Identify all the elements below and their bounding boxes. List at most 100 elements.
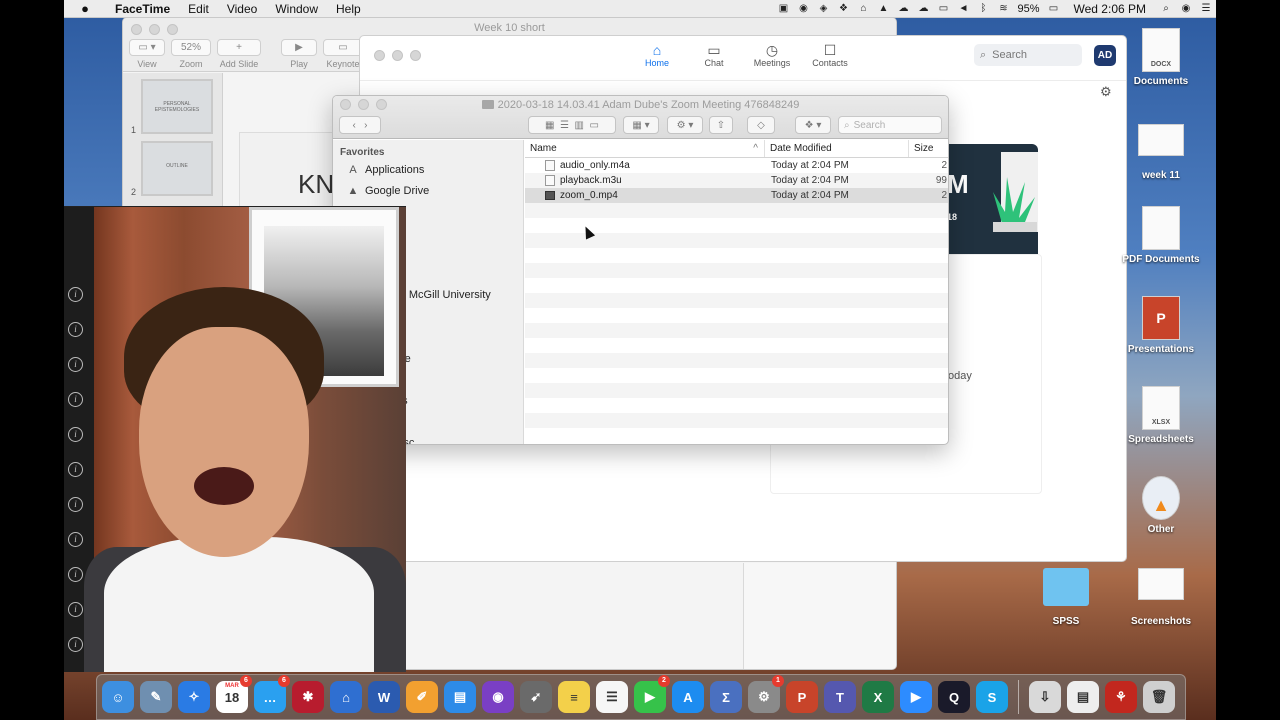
dropbox-status-icon[interactable]: ❖ bbox=[834, 3, 852, 15]
dock-downloads-icon[interactable]: ⇩ bbox=[1029, 681, 1061, 713]
zoom-search-input[interactable]: ⌕ Search bbox=[974, 44, 1082, 66]
info-icon[interactable]: i bbox=[68, 322, 83, 337]
dock-teams-icon[interactable]: T bbox=[824, 681, 856, 713]
zoom-tab-chat[interactable]: ▭ Chat bbox=[684, 42, 744, 68]
spotlight-search-icon[interactable]: ⌕ bbox=[1157, 3, 1175, 15]
icon-view-icon[interactable]: ▦ bbox=[545, 120, 554, 131]
bluetooth-status-icon[interactable]: ᛒ bbox=[974, 3, 992, 15]
desktop-icon-screenshots[interactable]: Screenshots bbox=[1116, 568, 1206, 627]
view-mode-segmented-control[interactable]: ▦ ☰ ▥ ▭ bbox=[528, 116, 616, 134]
avatar[interactable]: AD bbox=[1094, 45, 1116, 66]
close-button[interactable] bbox=[374, 50, 385, 61]
dock-mendeley-icon[interactable]: ✱ bbox=[292, 681, 324, 713]
bank-status-icon[interactable]: ⌂ bbox=[854, 3, 872, 15]
siri-icon[interactable]: ◉ bbox=[1177, 3, 1195, 15]
dock-notes-icon[interactable]: ≡ bbox=[558, 681, 590, 713]
desktop-icon-week-11[interactable]: week 11 bbox=[1116, 124, 1206, 181]
gallery-view-icon[interactable]: ▭ bbox=[590, 120, 599, 131]
minimize-button[interactable] bbox=[392, 50, 403, 61]
dock-reminders-icon[interactable]: ☰ bbox=[596, 681, 628, 713]
dock-system-preferences-icon[interactable]: ⚙ 1 bbox=[748, 675, 784, 713]
keynote-live-button[interactable]: ▭ Keynote bbox=[323, 39, 363, 69]
dock-skype-icon[interactable]: S bbox=[976, 681, 1008, 713]
sidebar-item-google-drive[interactable]: ▲ Google Drive bbox=[346, 185, 430, 197]
dock-messages-icon[interactable]: … 6 bbox=[254, 675, 290, 713]
menu-help[interactable]: Help bbox=[327, 2, 370, 16]
dock-preview-icon[interactable]: ✎ bbox=[140, 681, 172, 713]
dock-powerpoint-icon[interactable]: P bbox=[786, 681, 818, 713]
record-status-icon[interactable]: ◉ bbox=[794, 3, 812, 15]
column-header-name[interactable]: Name ^ bbox=[525, 140, 765, 157]
chevron-left-icon[interactable]: ‹ bbox=[352, 120, 355, 131]
info-icon[interactable]: i bbox=[68, 637, 83, 652]
facetime-video-window[interactable]: i i i i i i i i i i i bbox=[64, 206, 406, 672]
sidebar-item-applications[interactable]: A Applications bbox=[346, 164, 424, 176]
keynote-zoom-button[interactable]: 52% Zoom bbox=[171, 39, 211, 69]
dock-pages-icon[interactable]: ✐ bbox=[406, 681, 438, 713]
zoom-tab-meetings[interactable]: ◷ Meetings bbox=[742, 42, 802, 68]
info-icon[interactable]: i bbox=[68, 287, 83, 302]
info-icon[interactable]: i bbox=[68, 462, 83, 477]
cloud-status-icon[interactable]: ☁ bbox=[894, 3, 912, 15]
tags-button[interactable]: ◇ bbox=[747, 116, 775, 134]
keynote-play-button[interactable]: ▶ Play bbox=[281, 39, 317, 69]
chevron-right-icon[interactable]: › bbox=[364, 120, 367, 131]
menu-window[interactable]: Window bbox=[266, 2, 327, 16]
keynote-add-slide-button[interactable]: + Add Slide bbox=[217, 39, 261, 69]
dock-documents-icon[interactable]: ▤ bbox=[1067, 681, 1099, 713]
apple-menu-icon[interactable]: ● bbox=[64, 1, 106, 16]
sidebar-item[interactable]: e - McGill University bbox=[393, 289, 491, 301]
dock-app-store-icon[interactable]: A bbox=[672, 681, 704, 713]
desktop-icon-presentations[interactable]: P Presentations bbox=[1116, 296, 1206, 355]
dock-quicktime-icon[interactable]: Q bbox=[938, 681, 970, 713]
finder-search-input[interactable]: ⌕ Search bbox=[838, 116, 942, 134]
info-icon[interactable]: i bbox=[68, 497, 83, 512]
group-by-button[interactable]: ▦ ▾ bbox=[623, 116, 659, 134]
dock-keynote-icon[interactable]: ▤ bbox=[444, 681, 476, 713]
slide-thumbnail[interactable]: OUTLINE bbox=[141, 141, 213, 196]
dock-calendar-icon[interactable]: MAR 18 6 bbox=[216, 675, 252, 713]
column-view-icon[interactable]: ▥ bbox=[575, 120, 584, 131]
dropbox-button[interactable]: ❖ ▾ bbox=[795, 116, 831, 134]
desktop-icon-pdf-documents[interactable]: PDF Documents bbox=[1116, 206, 1206, 265]
slide-thumbnail[interactable]: PERSONAL EPISTEMOLOGIES bbox=[141, 79, 213, 134]
keynote-view-button[interactable]: ▭ ▾ View bbox=[129, 39, 165, 69]
desktop-icon-documents[interactable]: DOCX Documents bbox=[1116, 28, 1206, 87]
desktop-icon-spss[interactable]: SPSS bbox=[1021, 568, 1111, 627]
info-icon[interactable]: i bbox=[68, 602, 83, 617]
zoom-status-icon[interactable]: ▣ bbox=[774, 3, 792, 15]
desktop-icon-spreadsheets[interactable]: XLSX Spreadsheets bbox=[1116, 386, 1206, 445]
dock-word-icon[interactable]: W bbox=[368, 681, 400, 713]
menubar-clock[interactable]: Wed 2:06 PM bbox=[1064, 2, 1156, 16]
drive-status-icon[interactable]: ▲ bbox=[874, 3, 892, 15]
dock-siri-icon[interactable]: ◉ bbox=[482, 681, 514, 713]
menu-video[interactable]: Video bbox=[218, 2, 266, 16]
dock-zoom-icon[interactable]: ▶ bbox=[900, 681, 932, 713]
dock-library-icon[interactable]: ⌂ bbox=[330, 681, 362, 713]
file-row-selected[interactable]: zoom_0.mp4 Today at 2:04 PM 2 bbox=[525, 188, 948, 203]
battery-icon[interactable]: ▭ bbox=[1045, 3, 1063, 15]
dock-excel-icon[interactable]: X bbox=[862, 681, 894, 713]
action-menu-button[interactable]: ⚙ ▾ bbox=[667, 116, 703, 134]
wifi-status-icon[interactable]: ≋ bbox=[994, 3, 1012, 15]
info-icon[interactable]: i bbox=[68, 567, 83, 582]
shield-status-icon[interactable]: ◈ bbox=[814, 3, 832, 15]
cloud-sync-status-icon[interactable]: ☁ bbox=[914, 3, 932, 15]
share-button[interactable]: ⇧ bbox=[709, 116, 733, 134]
dock-finder-icon[interactable]: ☺ bbox=[102, 681, 134, 713]
info-icon[interactable]: i bbox=[68, 357, 83, 372]
dock-trash-icon[interactable]: 🗑 bbox=[1143, 681, 1175, 713]
desktop-icon-other[interactable]: ▲ Other bbox=[1116, 476, 1206, 535]
info-icon[interactable]: i bbox=[68, 427, 83, 442]
back-forward-buttons[interactable]: ‹ › bbox=[339, 116, 381, 134]
info-icon[interactable]: i bbox=[68, 392, 83, 407]
column-header-size[interactable]: Size bbox=[909, 140, 948, 157]
file-row[interactable]: audio_only.m4a Today at 2:04 PM 2 bbox=[525, 158, 948, 173]
zoom-tab-contacts[interactable]: ☐ Contacts bbox=[800, 42, 860, 68]
column-header-date-modified[interactable]: Date Modified bbox=[765, 140, 909, 157]
zoom-window-button[interactable] bbox=[410, 50, 421, 61]
file-row[interactable]: playback.m3u Today at 2:04 PM 99 bbox=[525, 173, 948, 188]
list-view-icon[interactable]: ☰ bbox=[560, 120, 569, 131]
zoom-tab-home[interactable]: ⌂ Home bbox=[627, 42, 687, 68]
dock-facetime-icon[interactable]: ▶ 2 bbox=[634, 675, 670, 713]
